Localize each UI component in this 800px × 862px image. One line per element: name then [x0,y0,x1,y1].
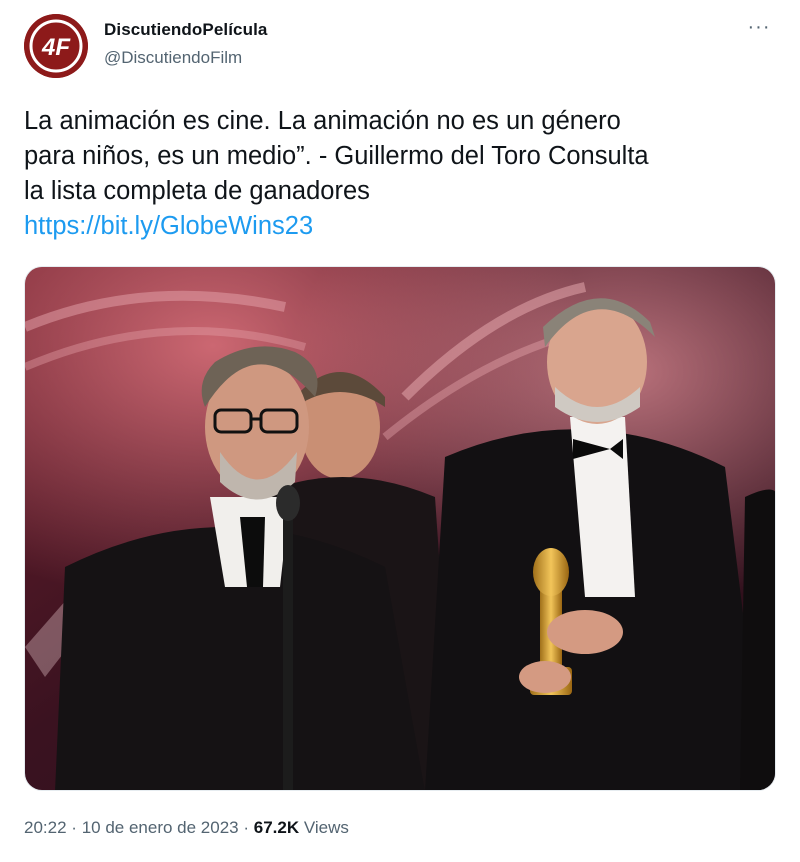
avatar-logo-icon: 4F [24,14,88,78]
tweet-link[interactable]: https://bit.ly/GlobeWins23 [24,209,784,244]
photo-icon [25,267,775,790]
tweet-card[interactable]: 4F DiscutiendoPelícula @DiscutiendoFilm … [0,0,800,862]
views-label: Views [303,818,349,837]
tweet-text-line: La animación es cine. La animación no es… [24,107,621,135]
author-avatar[interactable]: 4F [24,14,88,78]
tweet-photo[interactable] [24,266,776,791]
author-handle[interactable]: @DiscutiendoFilm [104,48,242,68]
tweet-meta: 20:22 · 10 de enero de 2023 · 67.2K View… [24,818,349,838]
svg-text:4F: 4F [41,34,71,61]
views-count: 67.2K [253,818,300,837]
tweet-text: La animación es cine. La animación no es… [24,104,784,244]
meta-separator: · [71,818,77,837]
tweet-text-line: la lista completa de ganadores [24,177,370,205]
tweet-text-line: para niños, es un medio”. - Guillermo de… [24,142,649,170]
meta-separator: · [243,818,250,837]
tweet-date[interactable]: 10 de enero de 2023 [82,818,239,837]
author-display-name[interactable]: DiscutiendoPelícula [104,20,267,40]
tweet-time[interactable]: 20:22 [24,818,67,837]
more-options-icon[interactable]: ··· [744,17,774,40]
